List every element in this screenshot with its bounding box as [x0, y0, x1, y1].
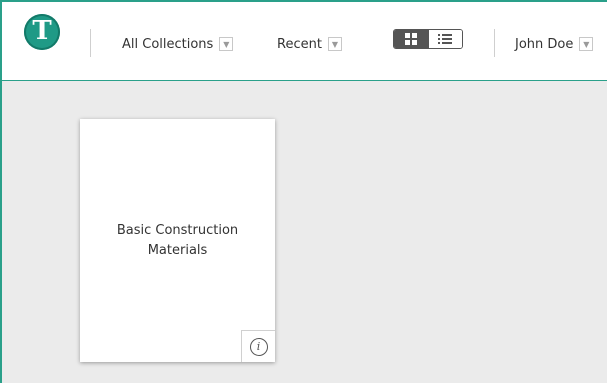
toolbar-divider	[90, 29, 91, 57]
logo-letter: T	[32, 16, 52, 46]
list-icon	[438, 34, 453, 44]
user-name: John Doe	[515, 36, 574, 52]
grid-view-button[interactable]	[394, 30, 428, 48]
chevron-down-icon: ▼	[219, 37, 234, 51]
collection-title: Basic Construction Materials	[116, 223, 239, 258]
user-menu[interactable]: John Doe ▼	[515, 34, 594, 54]
app-logo[interactable]: T	[24, 14, 60, 50]
collection-grid: Basic Construction Materials i	[2, 81, 607, 383]
info-button[interactable]: i	[241, 330, 275, 362]
chevron-down-icon: ▼	[327, 37, 342, 51]
top-toolbar: T All Collections ▼ Recent ▼ John Doe ▼	[2, 2, 607, 81]
view-mode-toggle	[393, 29, 463, 49]
collections-label: All Collections	[122, 36, 214, 52]
info-icon: i	[249, 337, 268, 356]
toolbar-divider	[494, 29, 495, 57]
collection-card[interactable]: Basic Construction Materials i	[80, 119, 275, 362]
list-view-button[interactable]	[427, 30, 462, 48]
recent-dropdown[interactable]: Recent ▼	[277, 34, 342, 54]
collections-dropdown[interactable]: All Collections ▼	[122, 34, 234, 54]
grid-icon	[404, 33, 417, 45]
recent-label: Recent	[277, 36, 322, 52]
chevron-down-icon: ▼	[579, 37, 594, 51]
